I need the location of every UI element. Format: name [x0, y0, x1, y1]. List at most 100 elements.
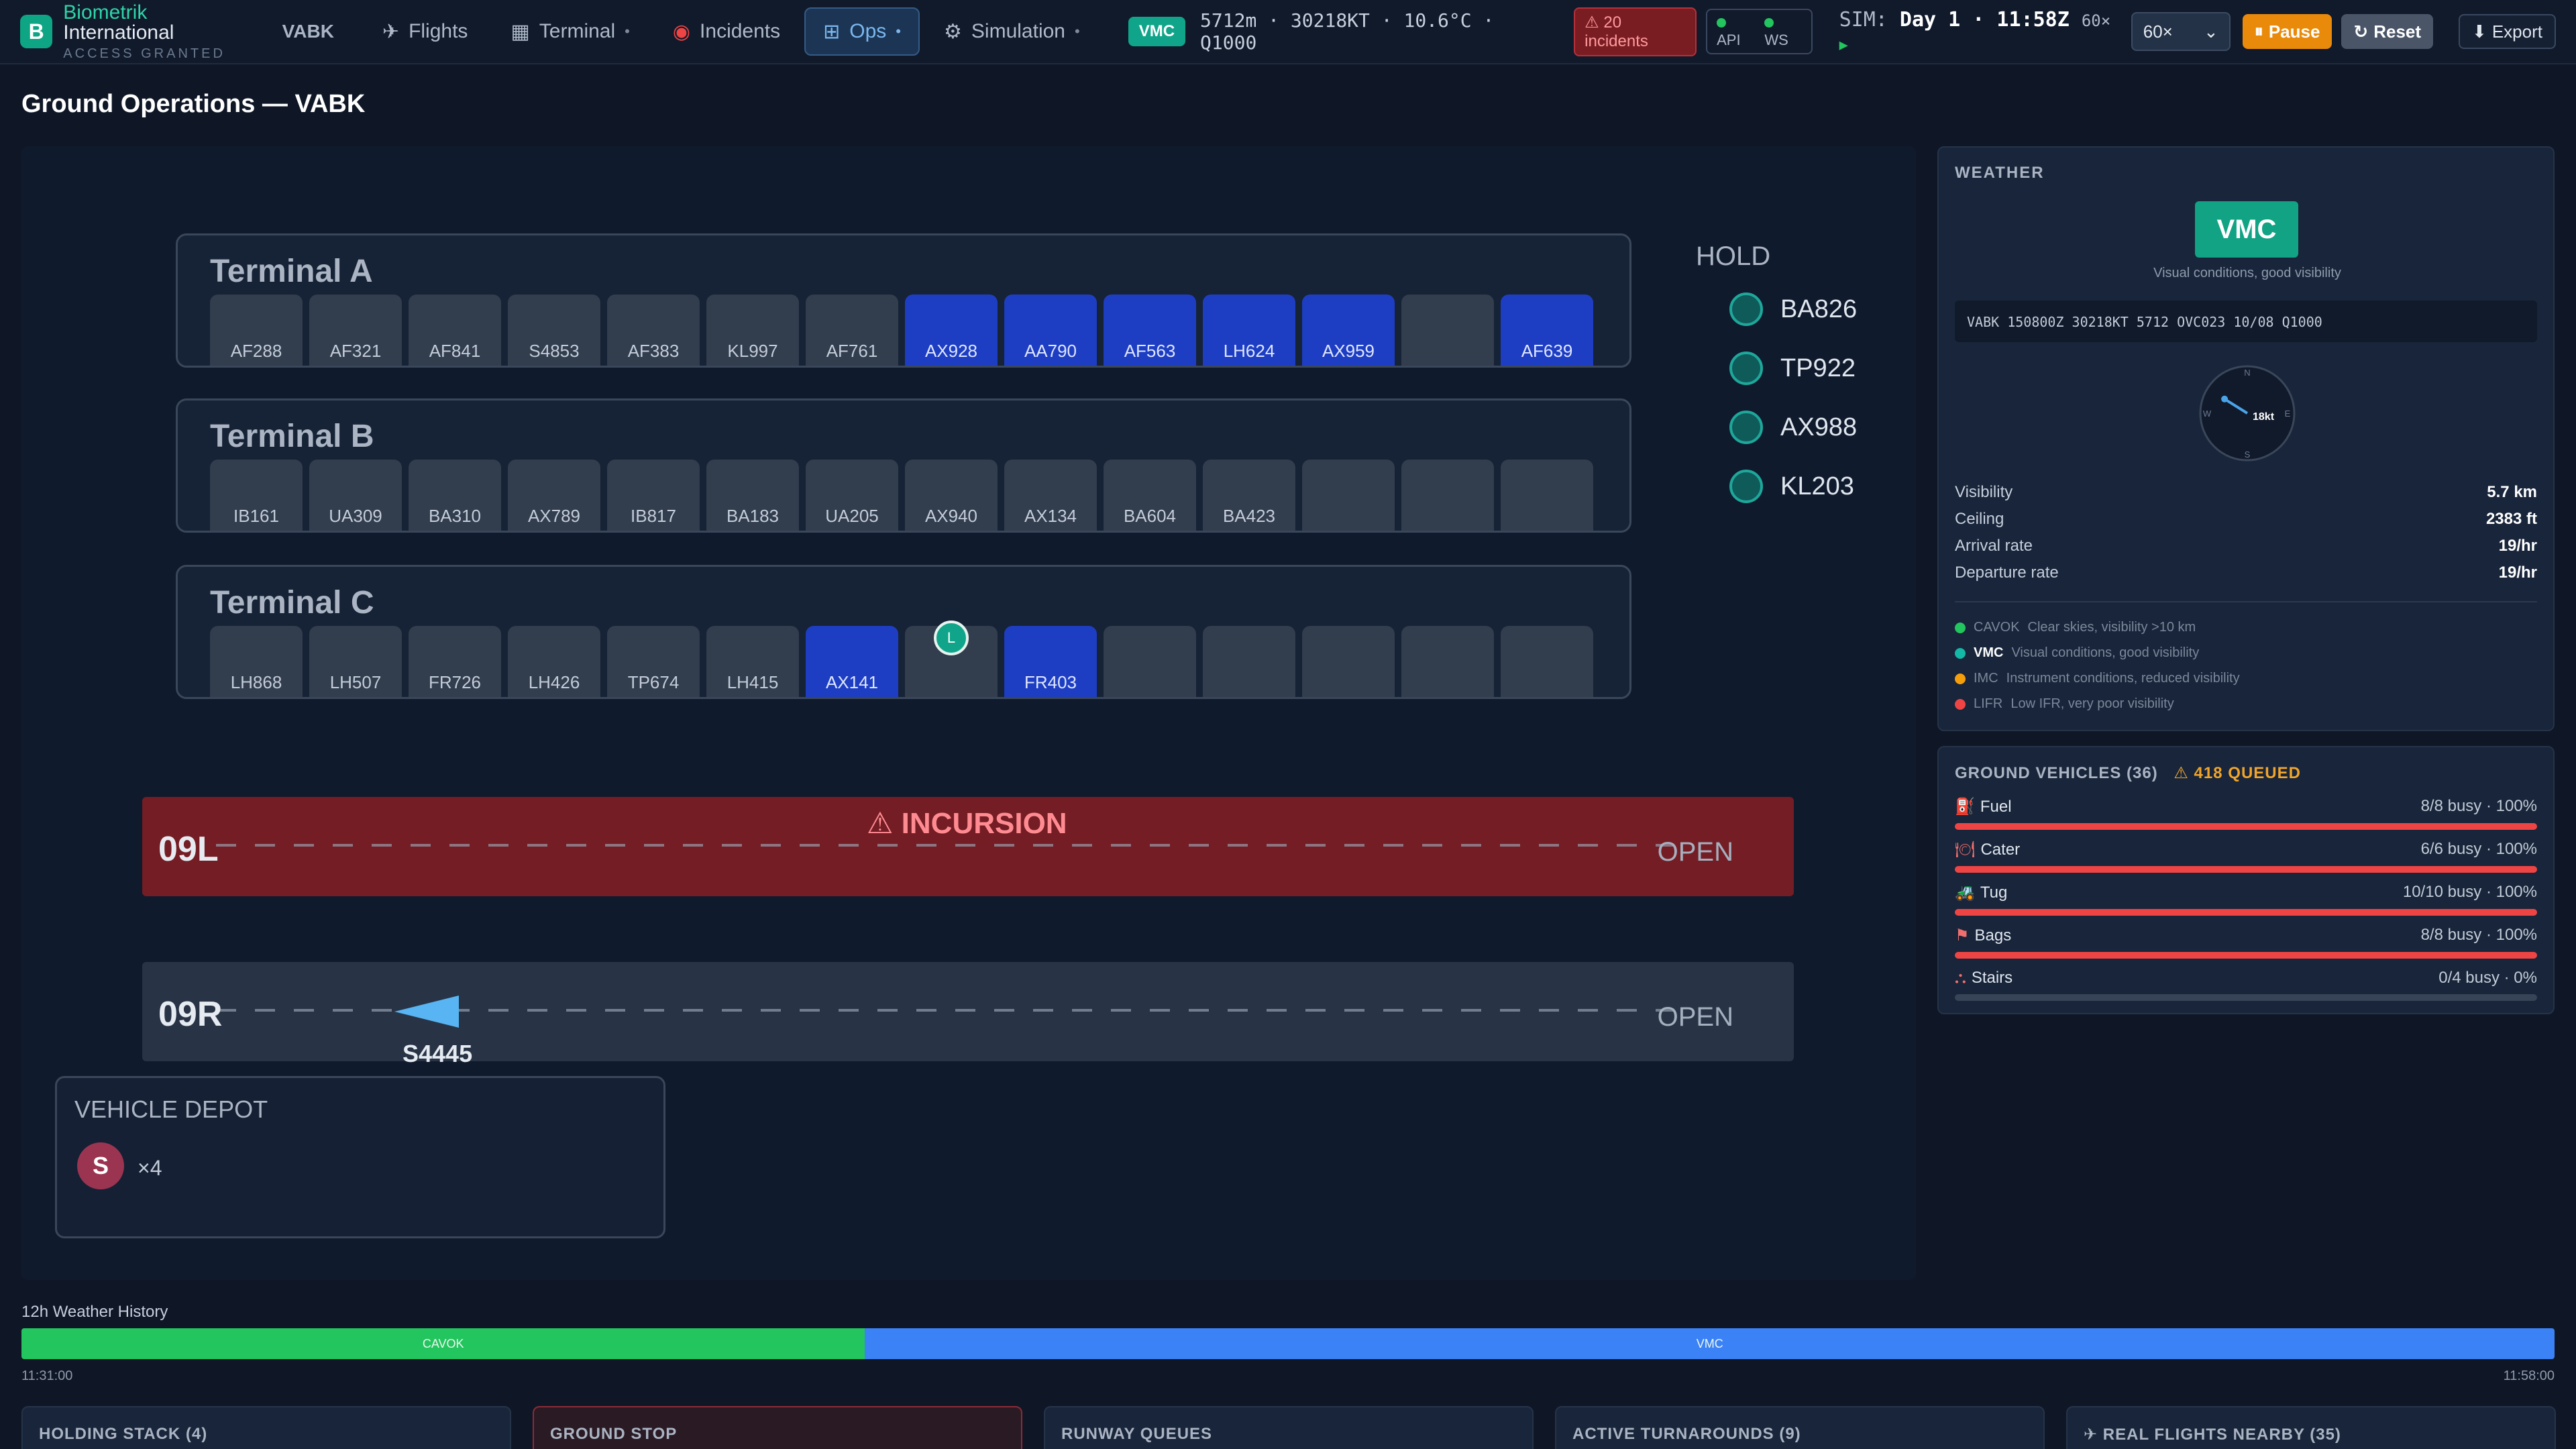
hold-flight-label: KL203 — [1780, 472, 1854, 500]
holding-stack-panel[interactable]: HOLDING STACK (4) — [21, 1406, 511, 1449]
nav-simulation[interactable]: ⚙ Simulation • — [925, 7, 1099, 56]
gate[interactable]: TP674 — [607, 626, 700, 697]
pause-button[interactable]: ⏸ Pause — [2242, 14, 2332, 49]
gate[interactable]: AF761 — [806, 294, 898, 366]
gate-flight-label: LH868 — [230, 672, 282, 692]
history-segment-vmc[interactable]: VMC — [865, 1328, 2555, 1359]
gate-flight-label: BA604 — [1123, 506, 1177, 526]
vehicle-row-tug[interactable]: 🚜 Tug 10/10 busy · 100% — [1955, 883, 2537, 916]
hold-flight[interactable]: AX988 — [1729, 411, 1857, 444]
gate[interactable]: BA423 — [1203, 460, 1295, 531]
gate[interactable]: AX789 — [508, 460, 600, 531]
terminal-a[interactable]: Terminal A AF288 AF321 AF841 S4853 AF383 KL99… — [176, 233, 1631, 368]
runway-09l[interactable]: 09L ⚠ INCURSION OPEN — [142, 797, 1794, 896]
terminal-c[interactable]: Terminal C LH868 LH507 FR726 LH426 TP674 LH41… — [176, 565, 1631, 699]
hold-flight[interactable]: KL203 — [1729, 470, 1854, 503]
gate[interactable]: AF563 — [1104, 294, 1196, 366]
terminal-b[interactable]: Terminal B IB161 UA309 BA310 AX789 IB817 BA18… — [176, 398, 1631, 533]
nav-flights[interactable]: ✈ Flights — [364, 7, 487, 56]
gate[interactable]: KL997 — [706, 294, 799, 366]
gate[interactable] — [1401, 294, 1494, 366]
gate[interactable]: UA205 — [806, 460, 898, 531]
hold-flight[interactable]: BA826 — [1729, 292, 1857, 326]
app-logo[interactable]: B — [20, 15, 53, 48]
speed-select[interactable]: 60× ⌄ — [2131, 12, 2231, 51]
gate[interactable] — [1501, 626, 1593, 697]
api-status: API — [1717, 14, 1754, 49]
gate[interactable] — [1302, 460, 1395, 531]
depot-title: VEHICLE DEPOT — [74, 1095, 268, 1123]
vehicle-count: ×4 — [138, 1156, 162, 1180]
gate-flight-label: S4853 — [529, 341, 580, 361]
nav-ops-label: Ops — [849, 20, 887, 42]
gate[interactable]: AX959 — [1302, 294, 1395, 366]
ground-stop-panel[interactable]: GROUND STOP — [533, 1406, 1022, 1449]
gate[interactable]: AF288 — [210, 294, 303, 366]
gate[interactable] — [1401, 626, 1494, 697]
gate[interactable]: FR726 — [409, 626, 501, 697]
gate[interactable]: L — [905, 621, 998, 697]
gate[interactable] — [1203, 626, 1295, 697]
gate[interactable]: BA183 — [706, 460, 799, 531]
gate[interactable]: BA604 — [1104, 460, 1196, 531]
gate[interactable] — [1302, 626, 1395, 697]
gate[interactable]: LH868 — [210, 626, 303, 697]
gate[interactable]: AF639 — [1501, 294, 1593, 366]
vehicle-row-top: ⛬ Stairs 0/4 busy · 0% — [1955, 969, 2537, 987]
gate[interactable]: AX928 — [905, 294, 998, 366]
legend-desc: Instrument conditions, reduced visibilit… — [2006, 671, 2240, 686]
nav-ops[interactable]: ⊞ Ops • — [804, 7, 920, 56]
vehicle-row-bags[interactable]: ⚑ Bags 8/8 busy · 100% — [1955, 926, 2537, 959]
runway-09r[interactable]: 09R S4445 OPEN — [142, 962, 1794, 1067]
gate[interactable]: LH624 — [1203, 294, 1295, 366]
gate[interactable] — [1501, 460, 1593, 531]
airplane-icon: ✈ — [382, 20, 400, 43]
gate-flight-label: IB161 — [233, 506, 279, 526]
export-button[interactable]: ⬇ Export — [2459, 14, 2556, 49]
gate[interactable]: IB817 — [607, 460, 700, 531]
gate[interactable]: UA309 — [309, 460, 402, 531]
hold-aircraft-icon — [1729, 352, 1763, 385]
gate-flight-label: LH507 — [329, 672, 382, 692]
real-flights-panel[interactable]: ✈ REAL FLIGHTS NEARBY (35) — [2066, 1406, 2556, 1449]
siren-icon: ◉ — [672, 20, 691, 43]
incidents-badge[interactable]: ⚠ 20 incidents — [1574, 7, 1697, 56]
vehicle-row-fuel[interactable]: ⛽ Fuel 8/8 busy · 100% — [1955, 797, 2537, 830]
gate-vehicle-marker[interactable]: L — [934, 621, 969, 655]
gate[interactable]: AF383 — [607, 294, 700, 366]
weather-row-value: 19/hr — [2498, 564, 2537, 582]
vehicle-avatar[interactable]: S — [77, 1142, 124, 1189]
nav-incidents[interactable]: ◉ Incidents — [654, 7, 799, 56]
vehicle-row-stairs[interactable]: ⛬ Stairs 0/4 busy · 0% — [1955, 969, 2537, 1001]
gate[interactable]: AF841 — [409, 294, 501, 366]
gate[interactable]: AX134 — [1004, 460, 1097, 531]
vehicle-row-cater[interactable]: 🍽 Cater 6/6 busy · 100% — [1955, 840, 2537, 873]
api-label: API — [1717, 32, 1741, 48]
gate[interactable]: IB161 — [210, 460, 303, 531]
gate[interactable]: BA310 — [409, 460, 501, 531]
reset-button[interactable]: ↻ Reset — [2341, 14, 2434, 49]
gate[interactable]: AX141 — [806, 626, 898, 697]
hold-flight[interactable]: TP922 — [1729, 352, 1856, 385]
runway-queues-panel[interactable]: RUNWAY QUEUES — [1044, 1406, 1534, 1449]
gate[interactable]: AX940 — [905, 460, 998, 531]
gate-flight-label: LH415 — [727, 672, 779, 692]
nav-terminal[interactable]: ▦ Terminal • — [492, 7, 648, 56]
weather-category-badge: VMC — [2195, 201, 2298, 258]
gate[interactable]: FR403 — [1004, 626, 1097, 697]
aircraft-icon[interactable] — [394, 996, 459, 1028]
gate[interactable]: AA790 — [1004, 294, 1097, 366]
gate[interactable]: LH507 — [309, 626, 402, 697]
active-turnarounds-panel[interactable]: ACTIVE TURNAROUNDS (9) — [1555, 1406, 2045, 1449]
gate[interactable]: AF321 — [309, 294, 402, 366]
gate[interactable] — [1104, 626, 1196, 697]
gate[interactable]: LH426 — [508, 626, 600, 697]
history-segment-cavok[interactable]: CAVOK — [21, 1328, 865, 1359]
gate-flight-label: AF383 — [627, 341, 680, 361]
gate[interactable]: S4853 — [508, 294, 600, 366]
sim-day: Day 1 — [1899, 8, 1961, 32]
gate[interactable] — [1401, 460, 1494, 531]
hold-title: HOLD — [1696, 241, 1771, 271]
gate[interactable]: LH415 — [706, 626, 799, 697]
vehicle-depot[interactable]: VEHICLE DEPOT S ×4 — [55, 1076, 665, 1238]
